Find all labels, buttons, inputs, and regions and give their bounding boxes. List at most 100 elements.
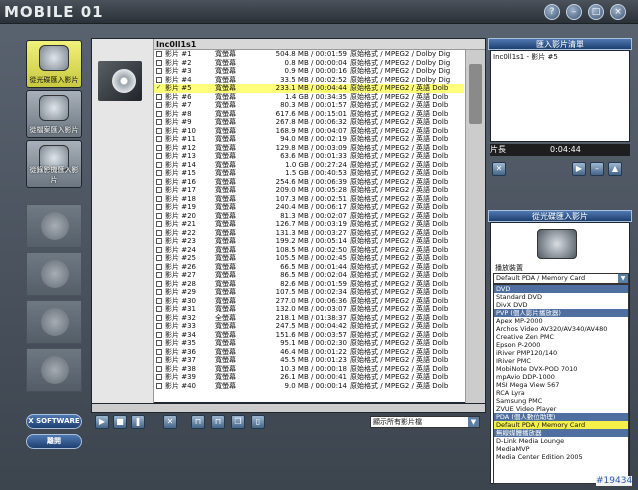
row-checkbox[interactable]	[156, 127, 162, 134]
row-checkbox[interactable]	[156, 289, 162, 295]
table-row[interactable]: 影片 #6 寬螢幕 1.4 GB / 00:34:35 原始格式 / MPEG2 /英…	[154, 93, 464, 102]
exit-button[interactable]: 離開	[26, 434, 82, 449]
table-row[interactable]: 影片 #28 寬螢幕 82.6 MB / 00:01:59 原始格式 / MPEG2 …	[154, 280, 464, 289]
row-checkbox[interactable]	[156, 110, 162, 117]
row-checkbox[interactable]	[156, 119, 162, 125]
row-checkbox[interactable]	[156, 314, 162, 321]
table-row[interactable]: 影片 #33 寬螢幕 247.5 MB / 00:04:42 原始格式 / MPEG2…	[154, 322, 464, 331]
row-checkbox[interactable]	[156, 187, 162, 193]
row-checkbox[interactable]	[156, 272, 162, 278]
row-checkbox[interactable]	[156, 59, 162, 66]
table-row[interactable]: 影片 #1 寬螢幕 504.8 MB / 00:01:59 原始格式 / MPEG2 …	[154, 50, 464, 59]
row-checkbox[interactable]	[156, 255, 162, 261]
row-checkbox[interactable]	[156, 263, 162, 270]
table-row[interactable]: 影片 #21 寬螢幕 126.7 MB / 00:03:19 原始格式 / MPEG2…	[154, 220, 464, 229]
convert-tool-button[interactable]	[26, 300, 82, 344]
device-option[interactable]: Default PDA / Memory Card	[494, 421, 628, 429]
row-checkbox[interactable]	[156, 306, 162, 312]
row-checkbox[interactable]	[156, 331, 162, 338]
filter-dropdown[interactable]: 顯示所有影片檔 ▼	[370, 416, 480, 428]
table-row[interactable]: 影片 #12 寬螢幕 129.8 MB / 00:03:09 原始格式 / MPEG2…	[154, 144, 464, 153]
copy-icon[interactable]: ❐	[231, 415, 245, 429]
table-row[interactable]: ✓ 影片 #5 寬螢幕 233.1 MB / 00:04:44 原始格式 / MPEG2…	[154, 84, 464, 93]
row-checkbox[interactable]	[156, 221, 162, 227]
device-select[interactable]: Default PDA / Memory Card ▼	[493, 273, 629, 284]
import-from-file-button[interactable]: 從檔案匯入影片	[26, 90, 82, 138]
table-row[interactable]: 影片 #29 寬螢幕 107.5 MB / 00:02:34 原始格式 / MPEG2…	[154, 288, 464, 297]
row-checkbox[interactable]	[156, 348, 162, 355]
horizontal-scrollbar[interactable]	[91, 403, 486, 413]
row-checkbox[interactable]	[156, 136, 162, 142]
scroll-thumb[interactable]	[469, 64, 482, 124]
device-option[interactable]: Standard DVD	[494, 293, 628, 301]
page-icon[interactable]: ▯	[251, 415, 265, 429]
table-row[interactable]: 影片 #27 寬螢幕 86.5 MB / 00:02:04 原始格式 / MPEG2 …	[154, 271, 464, 280]
row-checkbox[interactable]	[156, 246, 162, 253]
row-checkbox[interactable]	[156, 374, 162, 380]
table-row[interactable]: 影片 #26 寬螢幕 66.5 MB / 00:01:44 原始格式 / MPEG2 …	[154, 263, 464, 272]
table-row[interactable]: 影片 #25 寬螢幕 105.5 MB / 00:02:45 原始格式 / MPEG2…	[154, 254, 464, 263]
table-row[interactable]: 影片 #7 寬螢幕 80.3 MB / 00:01:57 原始格式 / MPEG2 /…	[154, 101, 464, 110]
import-from-camcorder-button[interactable]: 從錄影機匯入影片	[26, 140, 82, 188]
row-checkbox[interactable]	[156, 323, 162, 329]
table-row[interactable]: 影片 #4 寬螢幕 33.5 MB / 00:02:52 原始格式 / MPEG2 /…	[154, 76, 464, 85]
device-list[interactable]: DVD Standard DVD DivX DVD PVP (個人影片播放器) Apex…	[493, 284, 629, 484]
maximize-button[interactable]: □	[588, 4, 604, 20]
device-option[interactable]: D-Link Media Lounge	[494, 437, 628, 445]
device-option[interactable]: iRiver PMP120/140	[494, 349, 628, 357]
table-row[interactable]: 影片 #17 寬螢幕 209.0 MB / 00:05:28 原始格式 / MPEG2…	[154, 186, 464, 195]
table-row[interactable]: 影片 #15 寬螢幕 1.5 GB / 00:40:53 原始格式 / MPEG2 /…	[154, 169, 464, 178]
row-checkbox[interactable]	[156, 212, 162, 219]
import-from-disc-button[interactable]: 從光碟匯入影片	[26, 40, 82, 88]
play-icon[interactable]: ▶	[95, 415, 109, 429]
device-option[interactable]: ZVUE Video Player	[494, 405, 628, 413]
row-checkbox[interactable]	[156, 340, 162, 346]
device-option[interactable]: Creative Zen PMC	[494, 333, 628, 341]
row-checkbox[interactable]	[156, 76, 162, 83]
row-checkbox[interactable]	[156, 68, 162, 74]
table-row[interactable]: 影片 #2 寬螢幕 0.8 MB / 00:00:04 原始格式 / MPEG2 /D…	[154, 59, 464, 68]
table-row[interactable]: 影片 #3 寬螢幕 0.9 MB / 00:00:16 原始格式 / MPEG2 /D…	[154, 67, 464, 76]
vertical-scrollbar[interactable]	[465, 50, 485, 404]
preview-icon[interactable]: ▶	[572, 162, 586, 176]
device-option[interactable]: MediaMVP	[494, 445, 628, 453]
table-row[interactable]: 影片 #35 寬螢幕 95.1 MB / 00:02:30 原始格式 / MPEG2 …	[154, 339, 464, 348]
table-row[interactable]: 影片 #11 寬螢幕 94.0 MB / 00:02:19 原始格式 / MPEG2 …	[154, 135, 464, 144]
row-checkbox[interactable]	[156, 102, 162, 108]
table-row[interactable]: 影片 #38 寬螢幕 10.3 MB / 00:00:18 原始格式 / MPEG2 …	[154, 365, 464, 374]
device-option[interactable]: Samsung PMC	[494, 397, 628, 405]
table-row[interactable]: 影片 #10 寬螢幕 168.9 MB / 00:04:07 原始格式 / MPEG2…	[154, 127, 464, 136]
select-icon[interactable]: ⊓	[191, 415, 205, 429]
row-checkbox[interactable]	[156, 144, 162, 151]
table-row[interactable]: 影片 #18 寬螢幕 107.3 MB / 00:02:51 原始格式 / MPEG2…	[154, 195, 464, 204]
row-checkbox[interactable]	[156, 297, 162, 304]
table-row[interactable]: 影片 #23 寬螢幕 199.2 MB / 00:05:14 原始格式 / MPEG2…	[154, 237, 464, 246]
table-row[interactable]: 影片 #24 寬螢幕 108.5 MB / 00:02:50 原始格式 / MPEG2…	[154, 246, 464, 255]
table-row[interactable]: 影片 #34 寬螢幕 151.6 MB / 00:03:57 原始格式 / MPEG2…	[154, 331, 464, 340]
row-checkbox[interactable]	[156, 382, 162, 389]
delete-icon[interactable]: ✕	[163, 415, 177, 429]
table-row[interactable]: 影片 #30 寬螢幕 277.0 MB / 00:06:36 原始格式 / MPEG2…	[154, 297, 464, 306]
row-checkbox[interactable]	[156, 357, 162, 363]
device-option[interactable]: DivX DVD	[494, 301, 628, 309]
help-button[interactable]: ?	[544, 4, 560, 20]
row-checkbox[interactable]	[156, 238, 162, 244]
table-row[interactable]: 影片 #16 寬螢幕 254.6 MB / 00:06:39 原始格式 / MPEG2…	[154, 178, 464, 187]
device-option[interactable]: MobiNote DVX-POD 7010	[494, 365, 628, 373]
pause-icon[interactable]: ❚	[131, 415, 145, 429]
table-row[interactable]: 影片 #22 寬螢幕 131.3 MB / 00:03:27 原始格式 / MPEG2…	[154, 229, 464, 238]
table-row[interactable]: 影片 #14 寬螢幕 1.0 GB / 00:27:24 原始格式 / MPEG2 /…	[154, 161, 464, 170]
stop-icon[interactable]: ■	[113, 415, 127, 429]
device-option[interactable]: Archos Video AV320/AV340/AV480	[494, 325, 628, 333]
move-up-icon[interactable]: ▲	[608, 162, 622, 176]
table-row[interactable]: 影片 #20 寬螢幕 81.3 MB / 00:02:07 原始格式 / MPEG2 …	[154, 212, 464, 221]
table-row[interactable]: 影片 #31 寬螢幕 132.0 MB / 00:03:07 原始格式 / MPEG2…	[154, 305, 464, 314]
table-row[interactable]: 影片 #37 寬螢幕 45.5 MB / 00:01:23 原始格式 / MPEG2 …	[154, 356, 464, 365]
burn-tool-button[interactable]	[26, 204, 82, 248]
row-checkbox[interactable]	[156, 195, 162, 202]
table-row[interactable]: 影片 #8 寬螢幕 617.6 MB / 00:15:01 原始格式 / MPEG2 …	[154, 110, 464, 119]
device-option[interactable]: MSI Mega View 567	[494, 381, 628, 389]
row-checkbox[interactable]	[156, 153, 162, 159]
device-option[interactable]: RCA Lyra	[494, 389, 628, 397]
table-row[interactable]: 影片 #13 寬螢幕 63.6 MB / 00:01:33 原始格式 / MPEG2 …	[154, 152, 464, 161]
